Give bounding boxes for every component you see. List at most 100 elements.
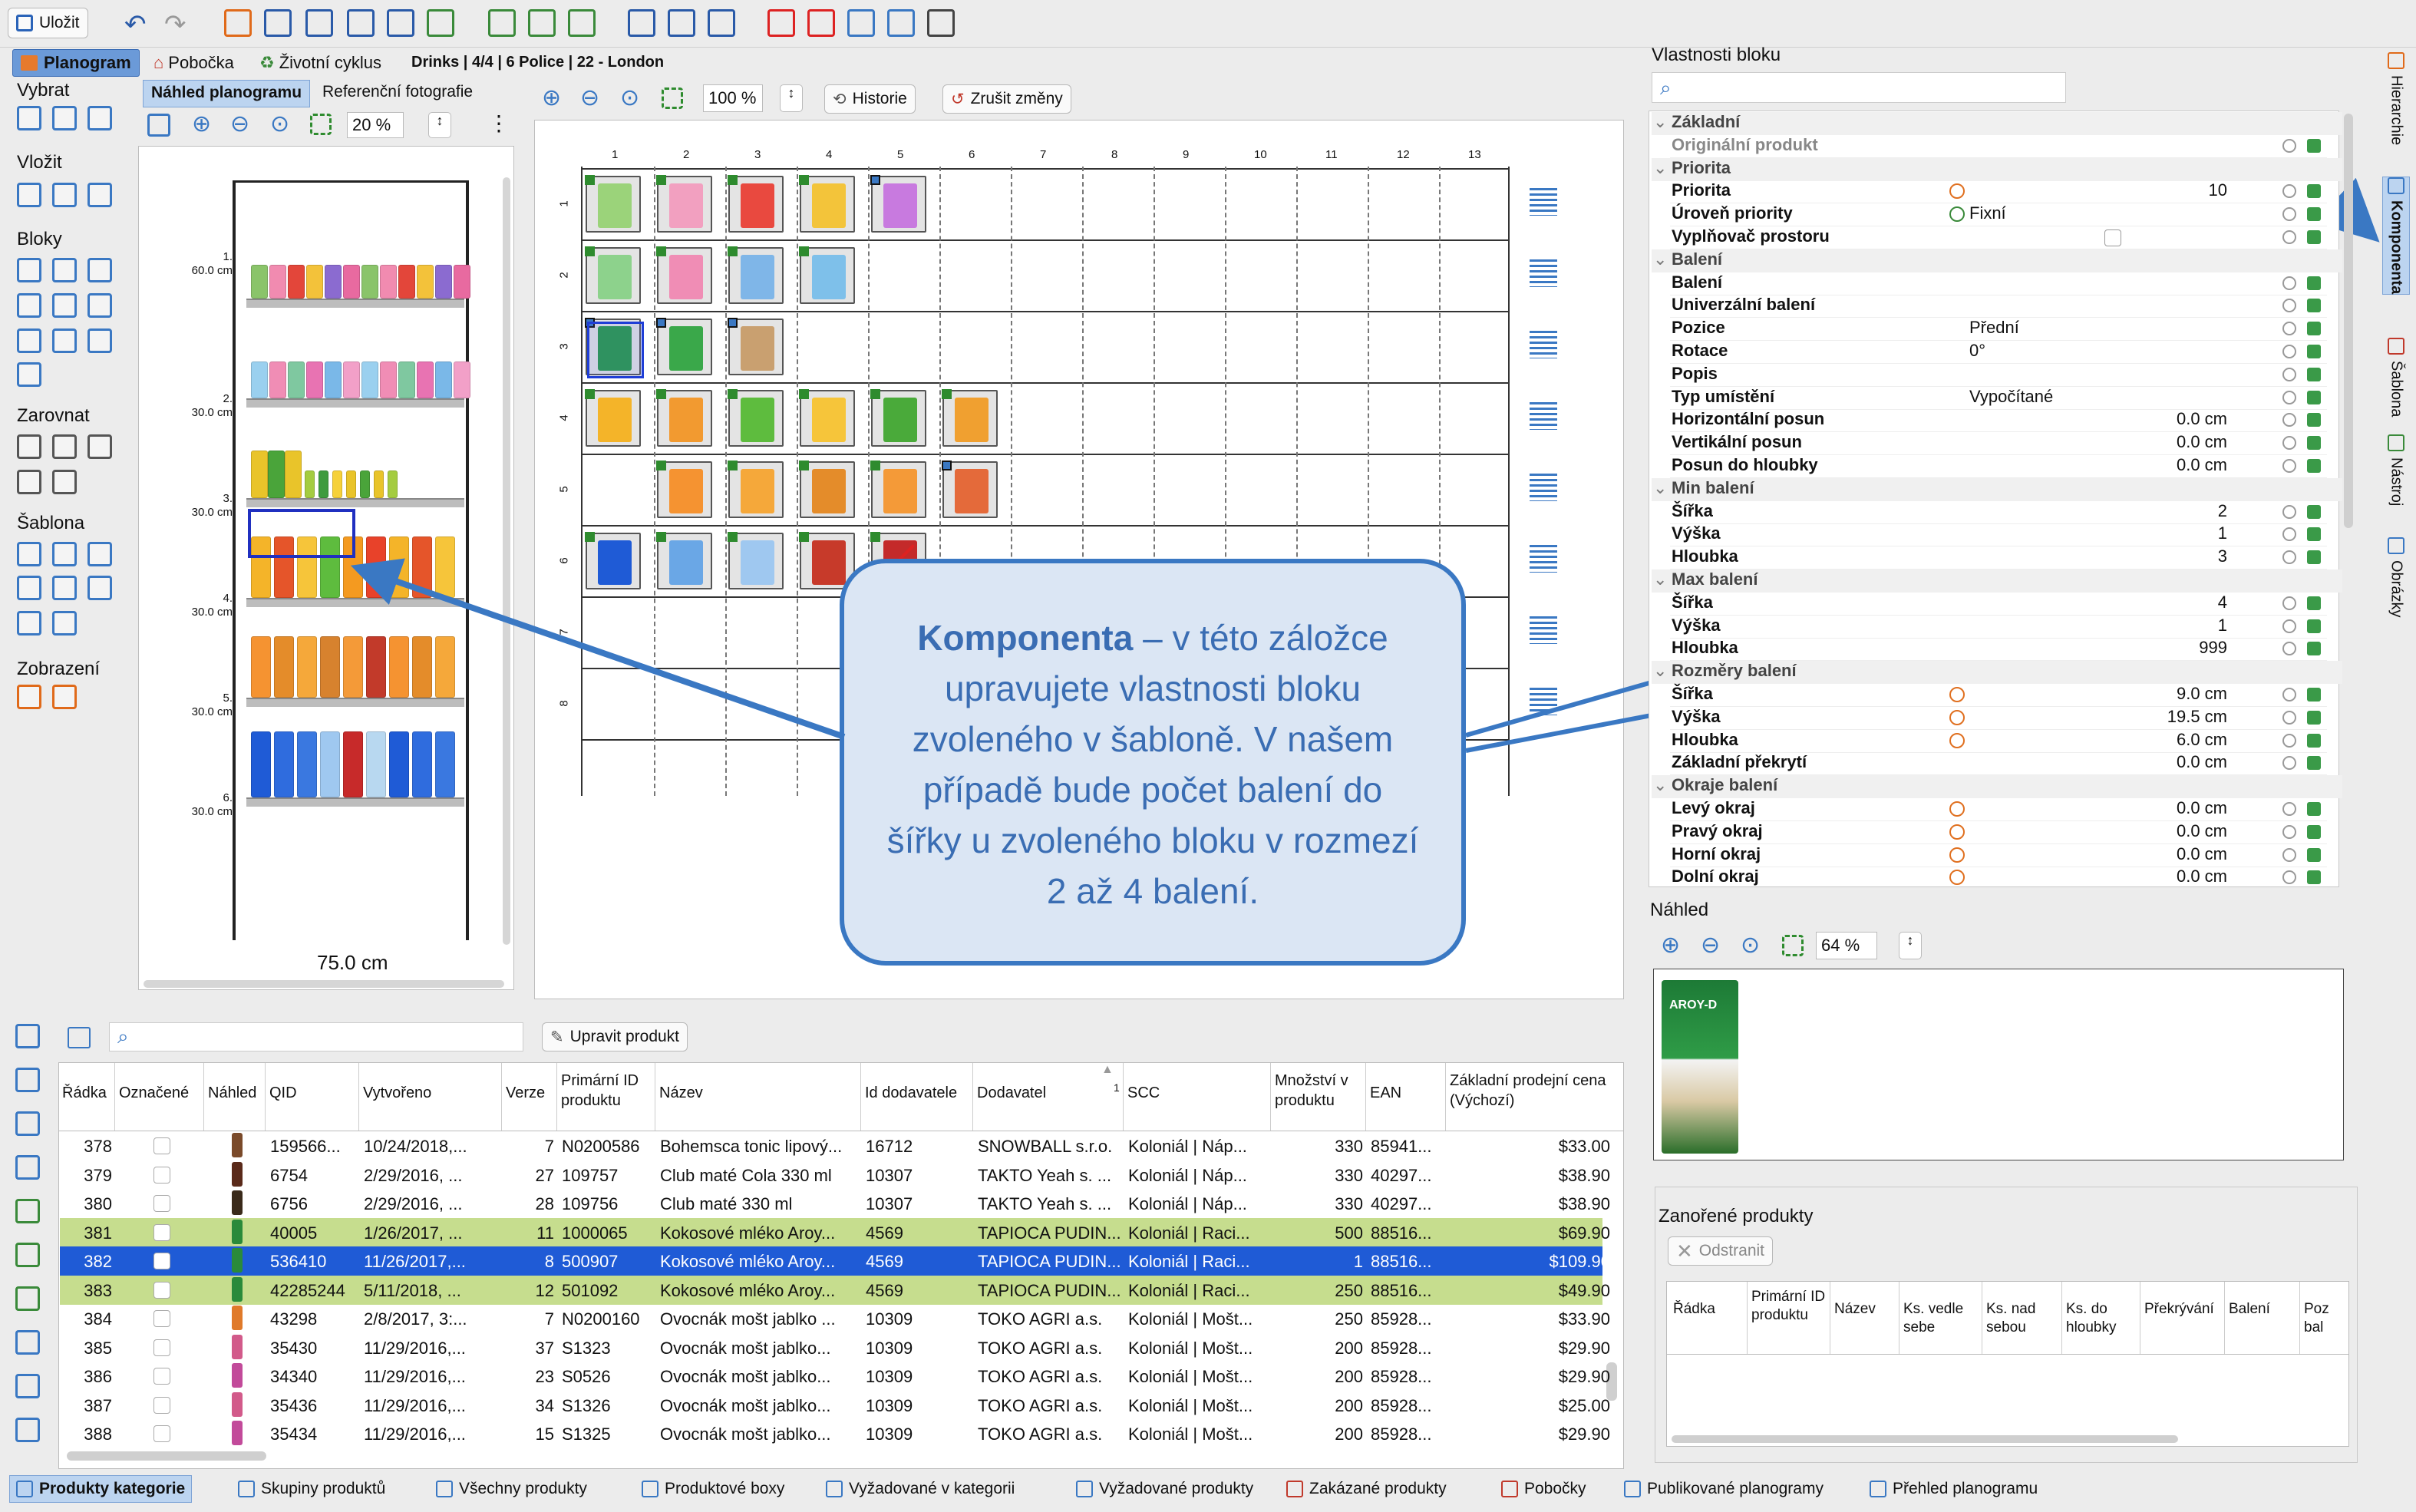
table-search[interactable]: ⌕ (109, 1022, 523, 1051)
table-row[interactable]: 381 40005 1/26/2017, ... 11 1000065 Kokosové … (60, 1217, 1610, 1247)
inherit-icon[interactable] (2307, 870, 2321, 885)
column-header[interactable]: Dodavatel (977, 1083, 1120, 1103)
table-row[interactable]: 384 43298 2/8/2017, 3:... 7 N0200160 Ovocnák … (60, 1304, 1610, 1333)
property-row[interactable]: Popis (1652, 364, 2342, 387)
row-checkbox[interactable] (153, 1339, 170, 1356)
table-row[interactable]: 380 6756 2/29/2016, ... 28 109756 Club maté 3… (60, 1189, 1610, 1218)
table-row[interactable]: 383 42285244 5/11/2018, ... 12 501092 Kokosov… (60, 1275, 1610, 1305)
property-row[interactable]: Rotace 0° (1652, 341, 2342, 364)
override-icon[interactable] (1949, 183, 1965, 200)
property-row[interactable]: Vyplňovač prostoru (1652, 226, 2342, 249)
reset-icon[interactable] (2282, 642, 2296, 656)
right-tab-0[interactable]: Hierarchie (2382, 52, 2410, 145)
preview-zoom-stepper[interactable]: ↕ (1899, 932, 1922, 959)
zoom-out-icon[interactable]: ⊖ (1701, 932, 1720, 959)
inherit-icon[interactable] (2307, 710, 2321, 725)
inherit-icon[interactable] (2307, 367, 2321, 381)
nested-hscroll[interactable] (1672, 1435, 2178, 1443)
table-row[interactable]: 379 6754 2/29/2016, ... 27 109757 Club maté C… (60, 1160, 1610, 1190)
inherit-icon[interactable] (2307, 299, 2321, 313)
reset-icon[interactable] (2282, 733, 2296, 748)
reset-icon[interactable] (2282, 710, 2296, 725)
reset-icon[interactable] (2282, 322, 2296, 336)
inherit-icon[interactable] (2307, 345, 2321, 358)
column-header[interactable]: Primární ID produktu (561, 1071, 652, 1111)
reset-icon[interactable] (2282, 276, 2296, 290)
row-checkbox[interactable] (153, 1195, 170, 1212)
row-checkbox[interactable] (153, 1396, 170, 1414)
inherit-icon[interactable] (2307, 756, 2321, 771)
reset-icon[interactable] (2282, 138, 2296, 153)
table-row[interactable]: 385 35430 11/29/2016,... 37 S1323 Ovocnák moš… (60, 1333, 1610, 1362)
bottom-tab-2[interactable]: Všechny produkty (436, 1475, 587, 1503)
copy-icon[interactable] (15, 1068, 40, 1092)
check-all-icon[interactable] (15, 1024, 40, 1048)
column-header[interactable]: Množství v produktu (1275, 1071, 1362, 1111)
reset-icon[interactable] (2282, 504, 2296, 519)
property-row[interactable]: Horní okraj 0.0 cm (1652, 844, 2342, 867)
property-section[interactable]: ⌄ Max balení (1652, 569, 2342, 593)
override-icon[interactable] (1949, 824, 1965, 840)
property-row[interactable]: Dolní okraj 0.0 cm (1652, 867, 2342, 890)
reset-icon[interactable] (2282, 847, 2296, 862)
column-header[interactable]: Označené (119, 1083, 200, 1103)
override-icon[interactable] (1949, 870, 1965, 886)
table-row[interactable]: 388 35434 11/29/2016,... 15 S1325 Ovocnák moš… (60, 1419, 1610, 1448)
xo2-icon[interactable] (15, 1286, 40, 1311)
reset-icon[interactable] (2282, 824, 2296, 839)
reset-icon[interactable] (2282, 345, 2296, 358)
row-checkbox[interactable] (153, 1310, 170, 1327)
property-section[interactable]: ⌄ Priorita (1652, 157, 2342, 181)
nested-column-header[interactable]: Ks. nad sebou (1986, 1300, 2061, 1337)
property-section[interactable]: ⌄ Min balení (1652, 477, 2342, 501)
property-row[interactable]: Výška 1 (1652, 616, 2342, 639)
reset-icon[interactable] (2282, 413, 2296, 428)
column-header[interactable]: Řádka (62, 1083, 111, 1103)
bottom-tab-0[interactable]: Produkty kategorie (9, 1475, 193, 1503)
reset-icon[interactable] (2282, 756, 2296, 771)
row-checkbox[interactable] (153, 1166, 170, 1184)
reset-icon[interactable] (2282, 870, 2296, 885)
bar-chart-icon[interactable] (15, 1418, 40, 1442)
bottom-tab-1[interactable]: Skupiny produktů (238, 1475, 385, 1503)
table-hscroll[interactable] (67, 1451, 266, 1461)
override-icon[interactable] (1949, 847, 1965, 863)
properties-search[interactable]: ⌕ (1652, 72, 2066, 103)
column-header[interactable]: SCC (1127, 1083, 1267, 1103)
bottom-tab-5[interactable]: Vyžadované produkty (1076, 1475, 1253, 1503)
edit-product-button[interactable]: ✎ Upravit produkt (542, 1022, 688, 1051)
right-tab-2[interactable]: Šablona (2382, 338, 2410, 417)
override-icon[interactable] (1949, 709, 1965, 725)
inherit-icon[interactable] (2307, 413, 2321, 428)
reset-icon[interactable] (2282, 184, 2296, 199)
properties-vscroll[interactable] (2344, 114, 2353, 528)
zoom-frame-icon[interactable] (1782, 935, 1804, 956)
bottom-tab-8[interactable]: Publikované planogramy (1624, 1475, 1824, 1503)
property-row[interactable]: Originální produkt (1652, 135, 2342, 158)
property-row[interactable]: Šířka 9.0 cm (1652, 684, 2342, 707)
column-settings-icon[interactable] (68, 1027, 91, 1048)
bottom-tab-9[interactable]: Přehled planogramu (1870, 1475, 2038, 1503)
table-row[interactable]: 382 536410 11/26/2017,... 8 500907 Kokosové m… (60, 1246, 1610, 1276)
property-row[interactable]: Vertikální posun 0.0 cm (1652, 432, 2342, 456)
property-section[interactable]: ⌄ Rozměry balení (1652, 661, 2342, 685)
column-header[interactable]: Základní prodejní cena (Výchozí) (1450, 1071, 1609, 1111)
right-tab-3[interactable]: Nástroj (2382, 434, 2410, 506)
right-tab-1[interactable]: Komponenta (2382, 177, 2410, 295)
property-row[interactable]: Hloubka 3 (1652, 546, 2342, 570)
nested-column-header[interactable]: Primární ID produktu (1751, 1288, 1830, 1325)
inherit-icon[interactable] (2307, 619, 2321, 633)
column-header[interactable]: Verze (506, 1083, 553, 1103)
right-tab-4[interactable]: Obrázky (2382, 537, 2410, 617)
inherit-icon[interactable] (2307, 824, 2321, 839)
inherit-icon[interactable] (2307, 527, 2321, 542)
inherit-icon[interactable] (2307, 550, 2321, 565)
bottom-tab-3[interactable]: Produktové boxy (642, 1475, 784, 1503)
property-row[interactable]: Priorita 10 (1652, 180, 2342, 204)
preview-zoom-field[interactable]: 64 % (1816, 932, 1877, 959)
csv-icon[interactable] (15, 1330, 40, 1355)
row-checkbox[interactable] (153, 1425, 170, 1442)
row-checkbox[interactable] (153, 1253, 170, 1269)
reset-icon[interactable] (2282, 527, 2296, 542)
column-header[interactable]: QID (269, 1083, 355, 1103)
